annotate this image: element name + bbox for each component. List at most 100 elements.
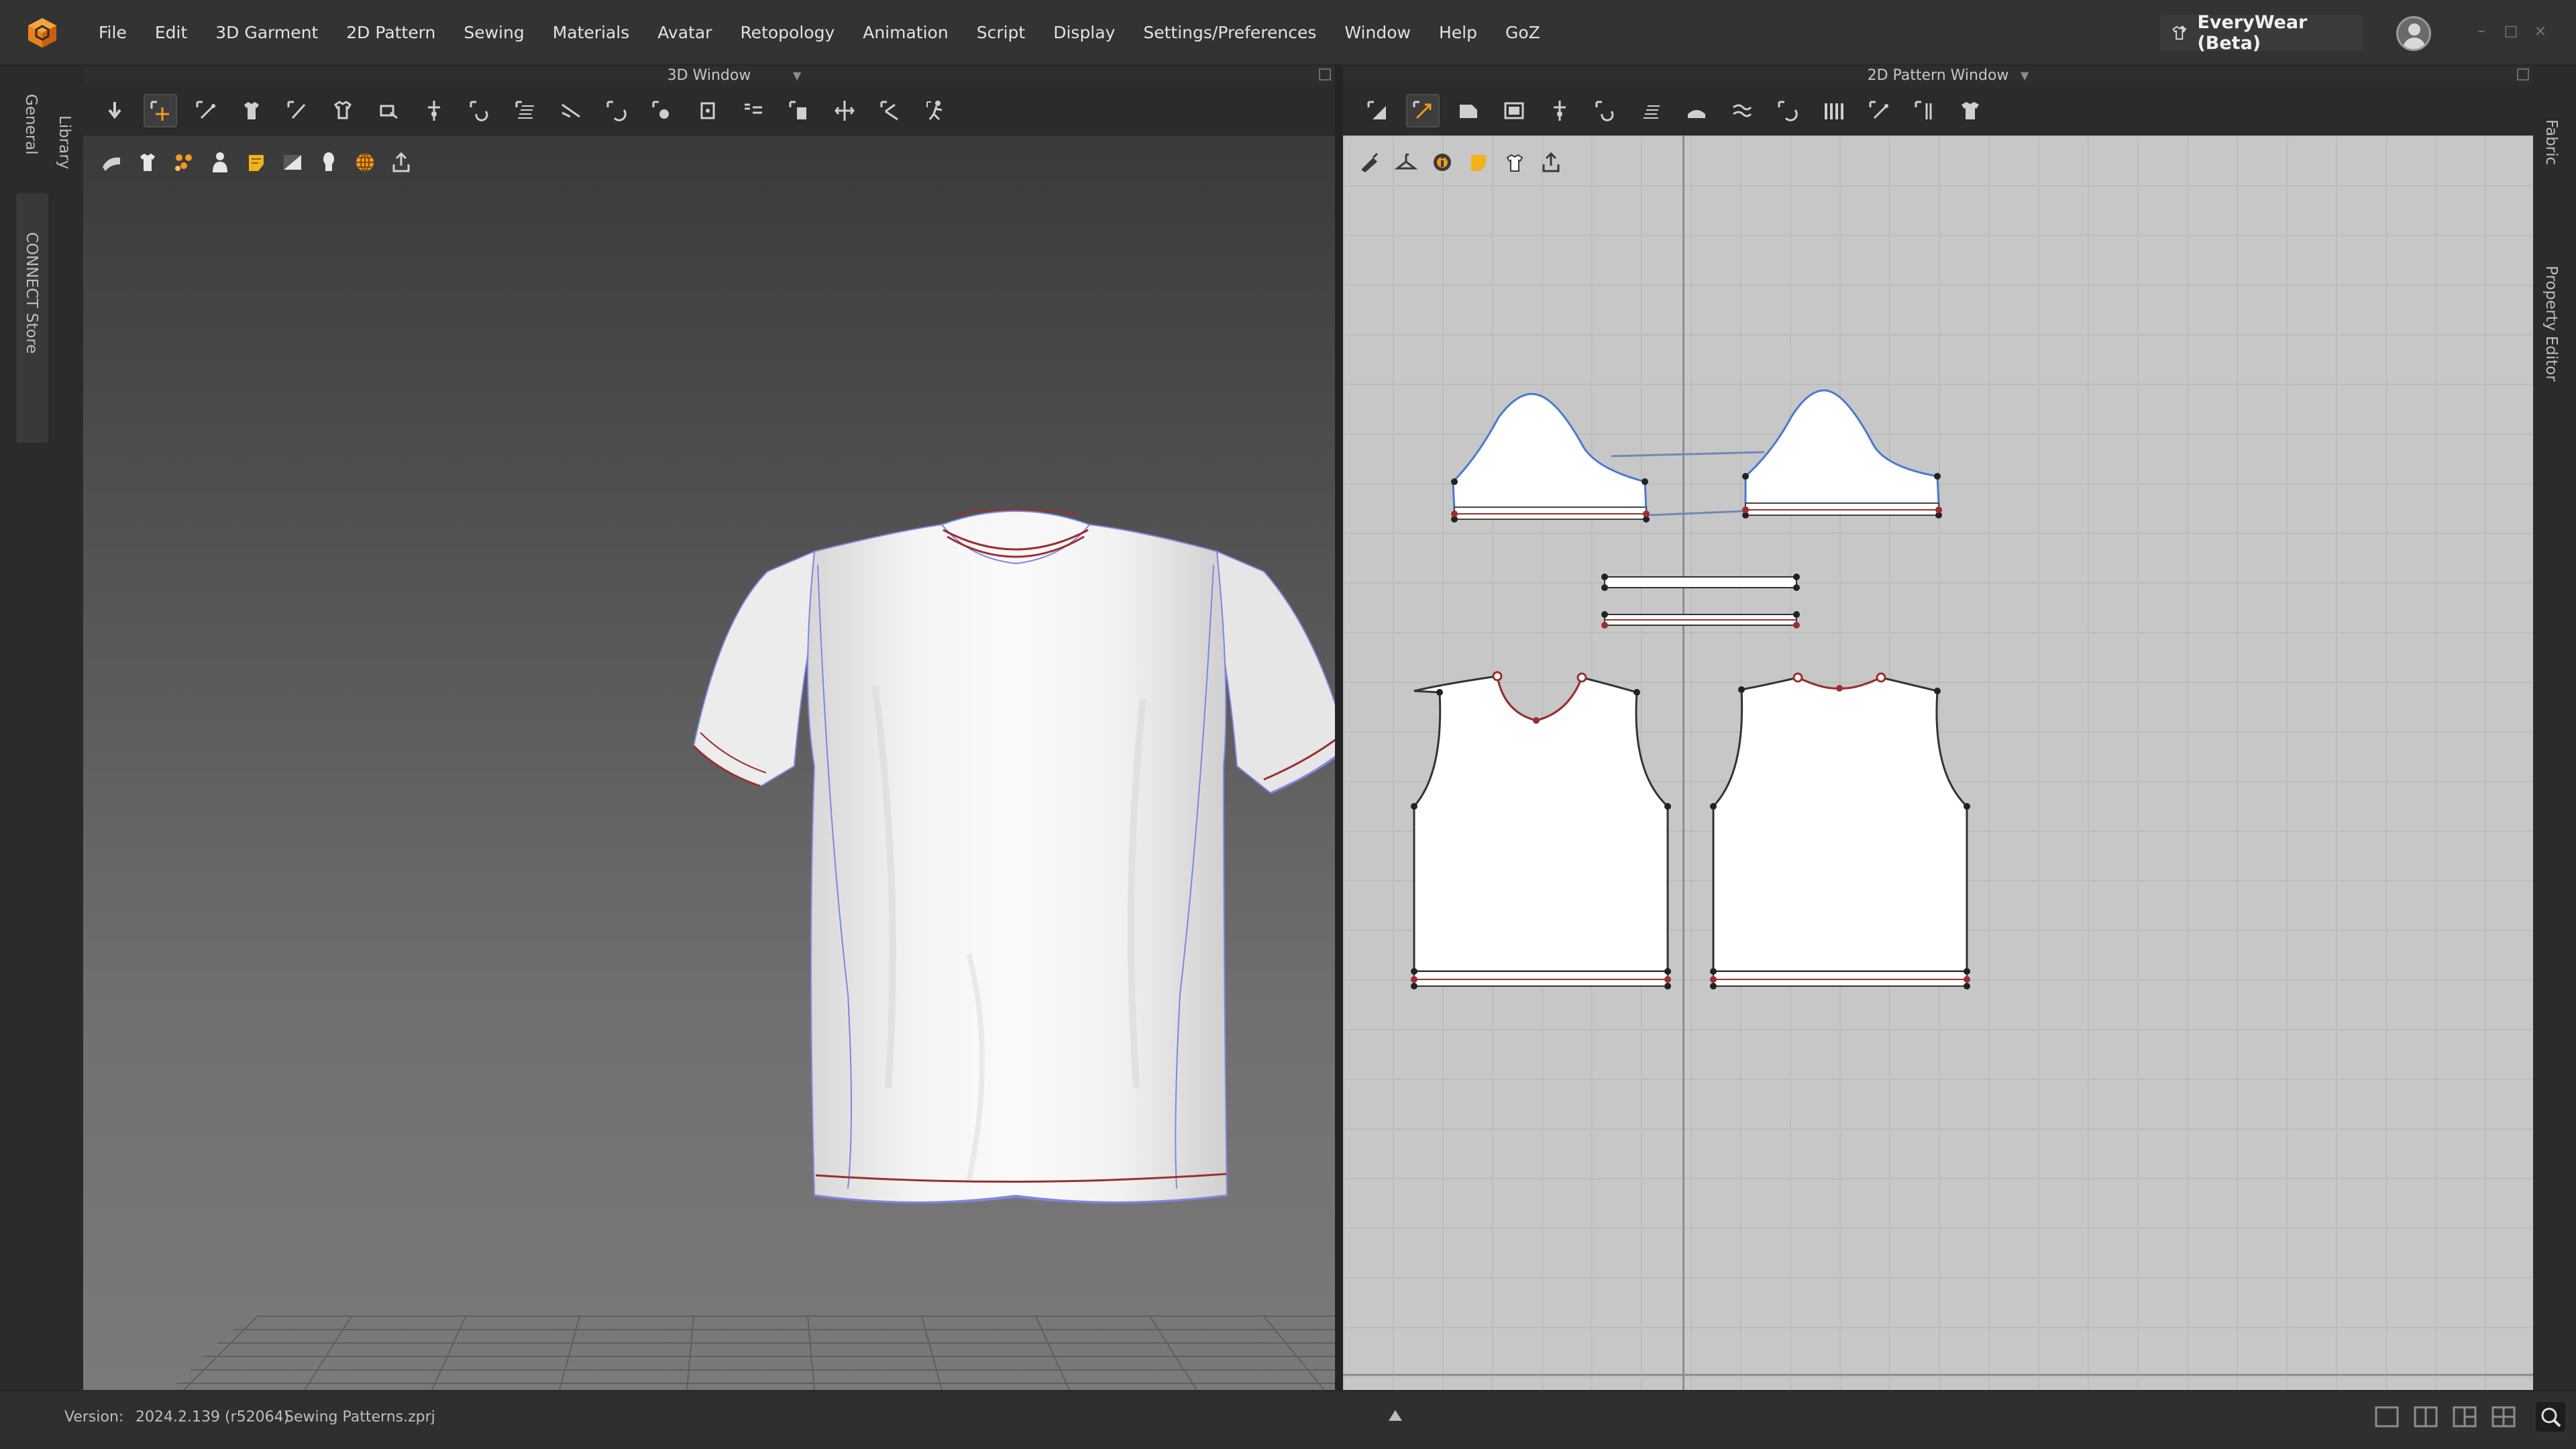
pattern-front-body[interactable] (1411, 671, 1671, 989)
menu-sewing[interactable]: Sewing (449, 0, 538, 66)
select-move-icon[interactable] (144, 94, 177, 127)
menu-retopology[interactable]: Retopology (726, 0, 849, 66)
panel-divider[interactable] (1335, 66, 1343, 1390)
menu-help[interactable]: Help (1425, 0, 1491, 66)
3d-window-title: 3D Window (667, 67, 751, 84)
tab-fabric[interactable]: Fabric (2542, 119, 2560, 165)
rectangle-icon[interactable] (1497, 94, 1531, 127)
menu-bar: File Edit 3D Garment 2D Pattern Sewing M… (0, 0, 2576, 66)
three-view-icon[interactable] (2450, 1402, 2479, 1432)
tab-connect-store[interactable]: CONNECT Store (23, 232, 40, 354)
shirring-icon[interactable] (645, 94, 679, 127)
menu-file[interactable]: File (85, 0, 141, 66)
tack-icon[interactable] (326, 94, 360, 127)
user-avatar[interactable] (2396, 16, 2431, 51)
puckering-icon[interactable] (600, 94, 633, 127)
background-icon[interactable] (278, 148, 307, 177)
pattern-sleeve-right[interactable] (1742, 389, 1942, 519)
menu-goz[interactable]: GoZ (1491, 0, 1554, 66)
tab-property-editor[interactable]: Property Editor (2542, 266, 2560, 382)
pleats-icon[interactable] (1862, 94, 1896, 127)
zipper-icon[interactable] (782, 94, 816, 127)
notch-icon[interactable] (1725, 94, 1759, 127)
segment-sewing-icon[interactable] (1771, 94, 1805, 127)
menu-window[interactable]: Window (1330, 0, 1425, 66)
grain-icon[interactable] (1634, 94, 1668, 127)
strap-icon[interactable] (554, 94, 588, 127)
pattern-back-body[interactable] (1710, 672, 1970, 989)
menu-script[interactable]: Script (963, 0, 1040, 66)
tab-library[interactable]: Library (56, 115, 73, 169)
3d-window-popout-icon[interactable] (1319, 68, 1331, 80)
menu-display[interactable]: Display (1039, 0, 1129, 66)
menu-3d-garment[interactable]: 3D Garment (201, 0, 332, 66)
menu-settings-preferences[interactable]: Settings/Preferences (1129, 0, 1330, 66)
fabric-texture-icon[interactable] (97, 148, 126, 177)
quad-view-icon[interactable] (2489, 1402, 2518, 1432)
3d-window-dropdown-icon[interactable]: ▼ (793, 66, 801, 86)
elastic-icon[interactable] (828, 94, 861, 127)
single-view-icon[interactable] (2372, 1402, 2402, 1432)
pattern-collar-strip-1[interactable] (1601, 574, 1800, 591)
left-side-rail (0, 66, 83, 1390)
trace-icon[interactable] (417, 94, 451, 127)
menu-avatar[interactable]: Avatar (643, 0, 726, 66)
fabric-render-icon[interactable] (241, 148, 271, 177)
pose-icon[interactable] (919, 94, 953, 127)
menu-items: File Edit 3D Garment 2D Pattern Sewing M… (85, 0, 1554, 66)
3d-viewport[interactable] (83, 136, 1335, 1390)
menu-animation[interactable]: Animation (849, 0, 962, 66)
minimize-icon[interactable]: – (2471, 21, 2491, 42)
pin-icon[interactable] (280, 94, 314, 127)
flip-icon[interactable] (508, 94, 542, 127)
select-mesh-icon[interactable] (189, 94, 223, 127)
seam-allowance-icon[interactable] (1589, 94, 1622, 127)
arrangement-icon[interactable] (169, 148, 199, 177)
menu-materials[interactable]: Materials (539, 0, 644, 66)
app-logo-icon[interactable] (25, 16, 59, 50)
box-select-icon[interactable] (372, 94, 405, 127)
file-name: Sewing Patterns.zprj (284, 1409, 435, 1426)
measure-icon[interactable] (873, 94, 907, 127)
everywear-button[interactable]: EveryWear (Beta) (2160, 12, 2363, 54)
fold-arrangement-icon[interactable] (235, 94, 268, 127)
polygon-icon[interactable] (1452, 94, 1485, 127)
export-icon[interactable] (386, 148, 416, 177)
menu-2d-pattern[interactable]: 2D Pattern (332, 0, 449, 66)
avatar-head-icon[interactable] (314, 148, 343, 177)
tshirt-icon[interactable] (1953, 94, 1987, 127)
2d-pattern-canvas[interactable] (1343, 136, 2533, 1390)
2d-window-popout-icon[interactable] (2517, 68, 2529, 80)
everywear-icon (2172, 25, 2187, 40)
maximize-icon[interactable]: □ (2501, 21, 2521, 42)
search-settings-icon[interactable] (2536, 1402, 2565, 1432)
3d-display-toolbar (97, 148, 416, 177)
close-icon[interactable]: × (2530, 21, 2551, 42)
floor-grid (177, 1316, 1335, 1390)
tab-general[interactable]: General (22, 94, 40, 155)
3d-tshirt[interactable] (593, 484, 1335, 1222)
simulation-icon[interactable] (98, 94, 131, 127)
split-view-icon[interactable] (2411, 1402, 2440, 1432)
pattern-collar-strip-2[interactable] (1601, 611, 1800, 629)
avatar-display-icon[interactable] (205, 148, 235, 177)
measure-segment-icon[interactable] (1908, 94, 1941, 127)
pattern-pieces (1411, 389, 1970, 989)
pattern-sleeve-left[interactable] (1451, 392, 1650, 523)
2d-window-dropdown-icon[interactable]: ▼ (2021, 66, 2029, 86)
garment-icon[interactable] (133, 148, 162, 177)
transform-pattern-icon[interactable] (1406, 94, 1440, 127)
expand-up-icon[interactable] (1387, 1407, 1403, 1424)
free-sewing-icon[interactable] (1817, 94, 1850, 127)
right-side-rail (2533, 66, 2576, 1390)
2d-window-title-bar: 2D Pattern Window ▼ (1343, 66, 2533, 86)
fold-icon[interactable] (1680, 94, 1713, 127)
edit-pattern-icon[interactable] (1360, 94, 1394, 127)
menu-edit[interactable]: Edit (141, 0, 201, 66)
move-anchor-icon[interactable] (463, 94, 496, 127)
button-icon[interactable] (691, 94, 724, 127)
wireframe-globe-icon[interactable] (350, 148, 380, 177)
internal-line-icon[interactable] (1543, 94, 1576, 127)
2d-window-title: 2D Pattern Window (1867, 67, 2009, 84)
buttonhole-icon[interactable] (737, 94, 770, 127)
